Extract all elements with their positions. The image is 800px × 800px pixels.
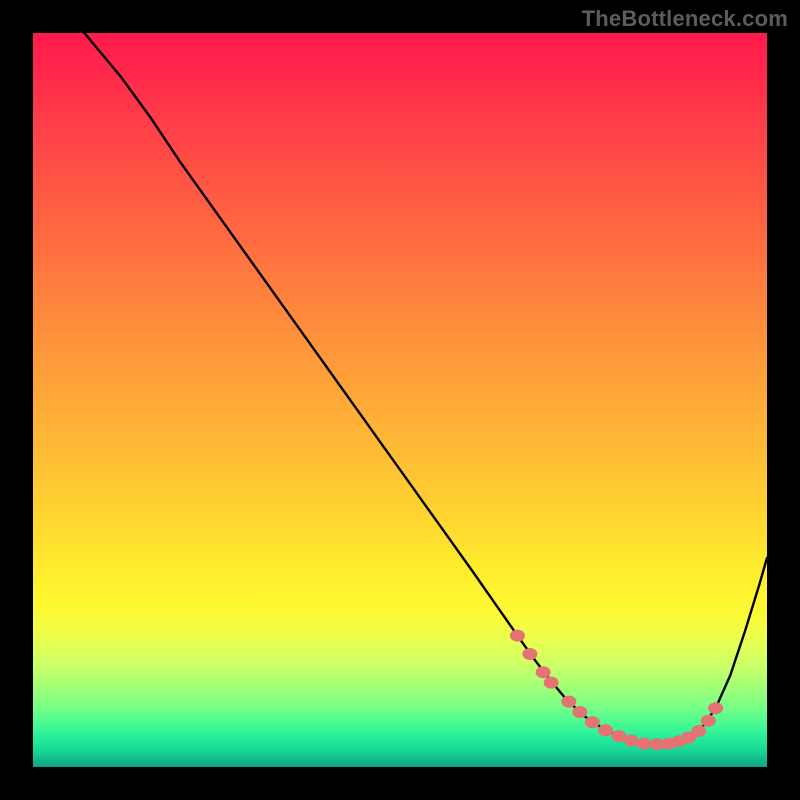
chart-overlay <box>33 33 767 767</box>
bottleneck-curve <box>84 33 767 744</box>
curve-marker <box>691 725 706 737</box>
curve-marker <box>522 648 537 660</box>
curve-marker <box>585 716 600 728</box>
chart-frame: TheBottleneck.com <box>0 0 800 800</box>
curve-marker <box>510 630 525 642</box>
curve-marker <box>572 706 587 718</box>
plot-area <box>33 33 767 767</box>
watermark-text: TheBottleneck.com <box>582 6 788 32</box>
curve-marker <box>598 724 613 736</box>
curve-marker <box>701 715 716 727</box>
curve-marker <box>536 666 551 678</box>
curve-marker <box>636 738 651 750</box>
curve-marker <box>561 696 576 708</box>
curve-marker <box>708 702 723 714</box>
curve-marker <box>544 677 559 689</box>
